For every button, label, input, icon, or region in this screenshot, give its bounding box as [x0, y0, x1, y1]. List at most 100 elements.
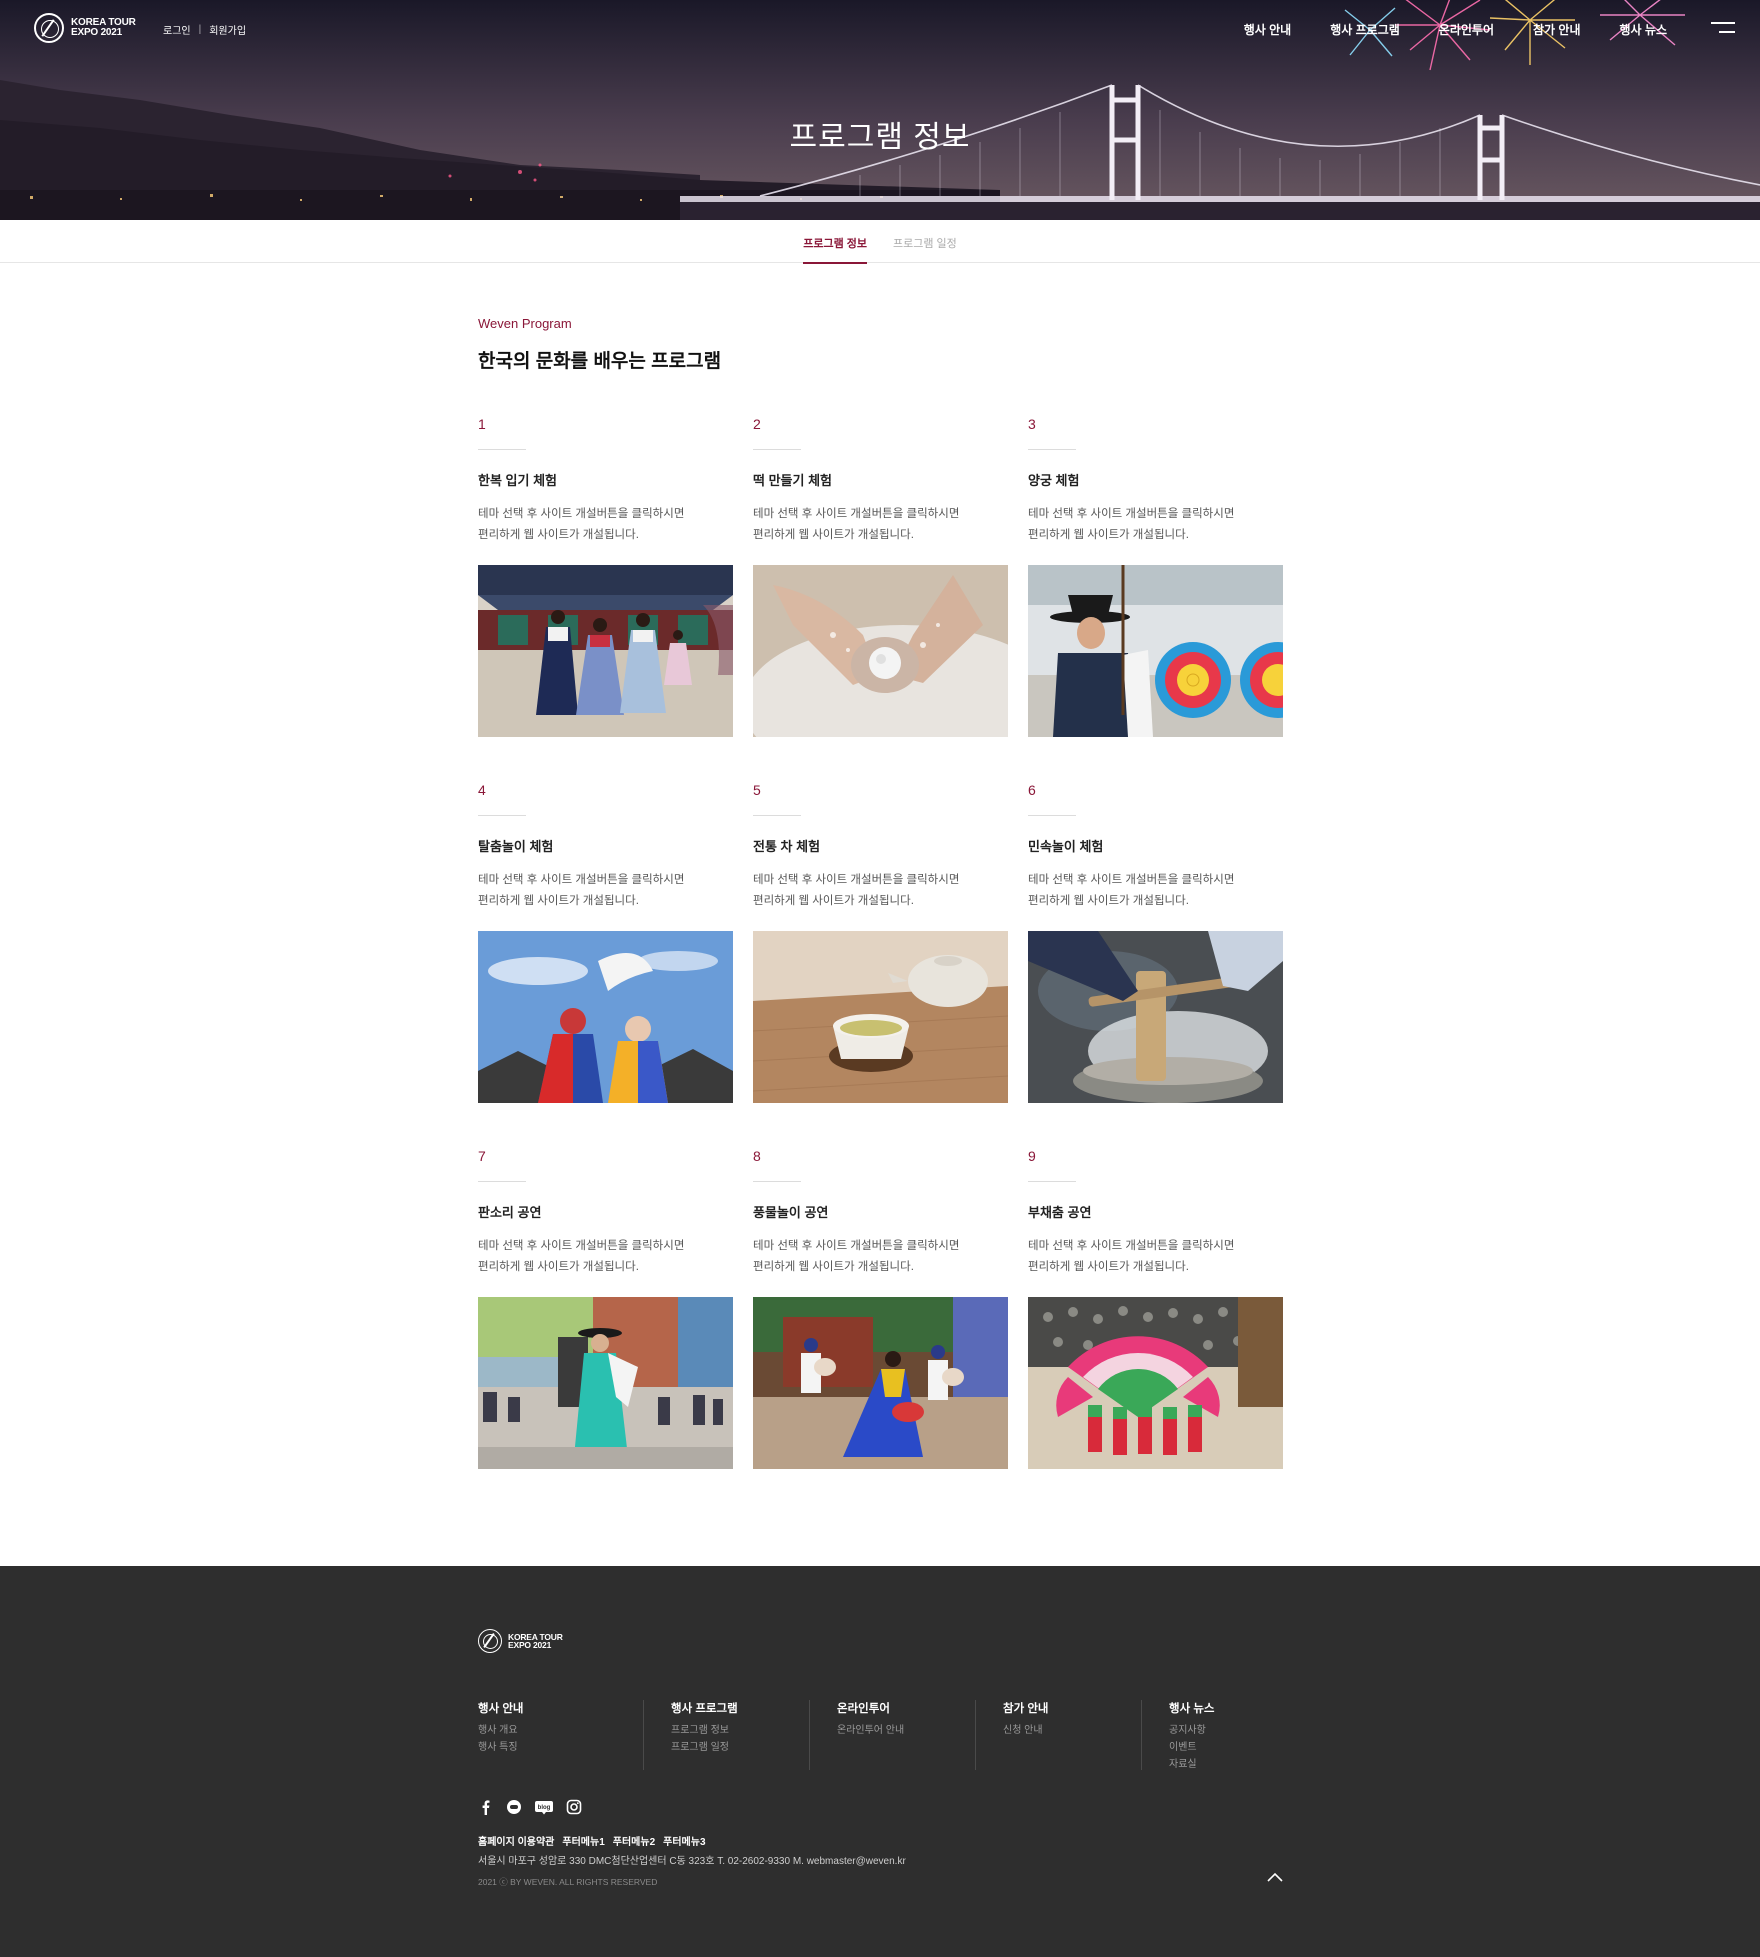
tab-program-schedule[interactable]: 프로그램 일정	[893, 220, 957, 263]
program-card[interactable]: 8 풍물놀이 공연 테마 선택 후 사이트 개설버튼을 클릭하시면 편리하게 웹 …	[753, 1148, 1008, 1514]
divider	[478, 449, 526, 450]
nav-item-participation[interactable]: 참가 안내	[1533, 21, 1581, 38]
program-title: 한복 입기 체험	[478, 473, 557, 488]
program-number: 8	[753, 1148, 761, 1164]
signup-link[interactable]: 회원가입	[209, 22, 246, 37]
program-number: 3	[1028, 416, 1036, 432]
program-title: 민속놀이 체험	[1028, 839, 1104, 854]
nav-item-news[interactable]: 행사 뉴스	[1620, 21, 1668, 38]
program-card[interactable]: 1 한복 입기 체험 테마 선택 후 사이트 개설버튼을 클릭하시면 편리하게 웹…	[478, 416, 733, 782]
site-logo[interactable]: KOREA TOUR EXPO 2021	[34, 13, 136, 43]
program-card[interactable]: 9 부채춤 공연 테마 선택 후 사이트 개설버튼을 클릭하시면 편리하게 웹 사…	[1028, 1148, 1283, 1514]
footer-link[interactable]: 공지사항	[1169, 1722, 1308, 1739]
program-title: 양궁 체험	[1028, 473, 1080, 488]
footer-column-title: 온라인투어	[837, 1703, 890, 1715]
logo-line-2: EXPO 2021	[71, 27, 123, 38]
divider	[1028, 815, 1076, 816]
hero-banner: KOREA TOUR EXPO 2021 로그인 | 회원가입 행사 안내 행사…	[0, 0, 1760, 220]
program-number: 2	[753, 416, 761, 432]
facebook-icon[interactable]	[478, 1799, 494, 1815]
program-card[interactable]: 6 민속놀이 체험 테마 선택 후 사이트 개설버튼을 클릭하시면 편리하게 웹 …	[1028, 782, 1283, 1148]
footer-link[interactable]: 행사 개요	[478, 1722, 643, 1739]
program-number: 9	[1028, 1148, 1036, 1164]
footer-menu-link-3[interactable]: 푸터메뉴3	[663, 1833, 705, 1848]
program-number: 4	[478, 782, 486, 798]
program-description: 테마 선택 후 사이트 개설버튼을 클릭하시면 편리하게 웹 사이트가 개설됩니다…	[1028, 508, 1235, 541]
divider	[478, 815, 526, 816]
program-description: 테마 선택 후 사이트 개설버튼을 클릭하시면 편리하게 웹 사이트가 개설됩니다…	[1028, 874, 1235, 907]
program-title: 전통 차 체험	[753, 839, 821, 854]
program-title: 탈춤놀이 체험	[478, 839, 554, 854]
program-card[interactable]: 4 탈춤놀이 체험 테마 선택 후 사이트 개설버튼을 클릭하시면 편리하게 웹 …	[478, 782, 733, 1148]
site-footer: KOREA TOUR EXPO 2021 행사 안내 행사 개요 행사 특징 행…	[0, 1566, 1760, 1957]
footer-column-online-tour: 온라인투어 온라인투어 안내	[810, 1700, 976, 1770]
divider	[753, 815, 801, 816]
footer-column-participation: 참가 안내 신청 안내	[976, 1700, 1142, 1770]
program-card[interactable]: 7 판소리 공연 테마 선택 후 사이트 개설버튼을 클릭하시면 편리하게 웹 사…	[478, 1148, 733, 1514]
login-link[interactable]: 로그인	[163, 22, 191, 37]
program-description: 테마 선택 후 사이트 개설버튼을 클릭하시면 편리하게 웹 사이트가 개설됩니다…	[478, 874, 685, 907]
footer-logo[interactable]: KOREA TOUR EXPO 2021	[478, 1629, 563, 1653]
program-description: 테마 선택 후 사이트 개설버튼을 클릭하시면 편리하게 웹 사이트가 개설됩니다…	[478, 508, 685, 541]
footer-link[interactable]: 행사 특징	[478, 1739, 643, 1756]
main-nav: 행사 안내 행사 프로그램 온라인투어 참가 안내 행사 뉴스	[1244, 21, 1667, 38]
logo-emblem-icon	[478, 1629, 502, 1653]
program-number: 6	[1028, 782, 1036, 798]
fan-dance-photo	[1028, 1297, 1283, 1469]
program-title: 떡 만들기 체험	[753, 473, 832, 488]
auth-divider: |	[198, 24, 202, 35]
footer-link[interactable]: 프로그램 정보	[671, 1722, 809, 1739]
archery-photo	[1028, 565, 1283, 737]
instagram-icon[interactable]	[566, 1799, 582, 1815]
program-number: 7	[478, 1148, 486, 1164]
company-address: 서울시 마포구 성암로 330 DMC첨단산업센터 C동 323호 T. 02-…	[478, 1856, 906, 1867]
talk-icon[interactable]	[506, 1799, 522, 1815]
program-number: 1	[478, 416, 486, 432]
program-number: 5	[753, 782, 761, 798]
auth-links: 로그인 | 회원가입	[163, 22, 246, 37]
divider	[478, 1181, 526, 1182]
divider	[1028, 449, 1076, 450]
footer-menu-link-2[interactable]: 푸터메뉴2	[613, 1833, 655, 1848]
pungmul-photo	[753, 1297, 1008, 1469]
footer-menu-link-1[interactable]: 푸터메뉴1	[562, 1833, 604, 1848]
program-card[interactable]: 5 전통 차 체험 테마 선택 후 사이트 개설버튼을 클릭하시면 편리하게 웹 …	[753, 782, 1008, 1148]
rice-pounding-photo	[1028, 931, 1283, 1103]
footer-column-title: 참가 안내	[1003, 1703, 1049, 1715]
program-description: 테마 선택 후 사이트 개설버튼을 클릭하시면 편리하게 웹 사이트가 개설됩니다…	[753, 1240, 960, 1273]
footer-column-news: 행사 뉴스 공지사항 이벤트 자료실	[1142, 1700, 1308, 1770]
footer-link[interactable]: 자료실	[1169, 1756, 1308, 1773]
divider	[753, 1181, 801, 1182]
footer-sitemap: 행사 안내 행사 개요 행사 특징 행사 프로그램 프로그램 정보 프로그램 일…	[478, 1700, 1308, 1770]
chevron-up-icon[interactable]	[1265, 1870, 1285, 1884]
nav-item-online-tour[interactable]: 온라인투어	[1439, 21, 1494, 38]
program-description: 테마 선택 후 사이트 개설버튼을 클릭하시면 편리하게 웹 사이트가 개설됩니다…	[753, 874, 960, 907]
footer-link[interactable]: 신청 안내	[1003, 1722, 1141, 1739]
program-title: 판소리 공연	[478, 1205, 542, 1220]
program-card[interactable]: 3 양궁 체험 테마 선택 후 사이트 개설버튼을 클릭하시면 편리하게 웹 사이…	[1028, 416, 1283, 782]
terms-link[interactable]: 홈페이지 이용약관	[478, 1833, 554, 1848]
nav-item-event-info[interactable]: 행사 안내	[1244, 21, 1292, 38]
program-card[interactable]: 2 떡 만들기 체험 테마 선택 후 사이트 개설버튼을 클릭하시면 편리하게 웹…	[753, 416, 1008, 782]
footer-link[interactable]: 온라인투어 안내	[837, 1722, 975, 1739]
tab-program-info[interactable]: 프로그램 정보	[803, 220, 867, 264]
logo-emblem-icon	[34, 13, 64, 43]
social-links: blog	[478, 1799, 582, 1815]
nav-item-event-program[interactable]: 행사 프로그램	[1330, 21, 1400, 38]
divider	[1028, 1181, 1076, 1182]
footer-policy-links: 홈페이지 이용약관 푸터메뉴1 푸터메뉴2 푸터메뉴3	[478, 1833, 706, 1848]
pansori-photo	[478, 1297, 733, 1469]
program-title: 풍물놀이 공연	[753, 1205, 829, 1220]
footer-link[interactable]: 이벤트	[1169, 1739, 1308, 1756]
program-description: 테마 선택 후 사이트 개설버튼을 클릭하시면 편리하게 웹 사이트가 개설됩니다…	[478, 1240, 685, 1273]
rice-cake-photo	[753, 565, 1008, 737]
tea-photo	[753, 931, 1008, 1103]
blog-icon[interactable]: blog	[534, 1799, 554, 1815]
program-description: 테마 선택 후 사이트 개설버튼을 클릭하시면 편리하게 웹 사이트가 개설됩니다…	[753, 508, 960, 541]
section-eyebrow: Weven Program	[478, 316, 572, 331]
hamburger-icon[interactable]	[1711, 22, 1735, 34]
footer-column-title: 행사 뉴스	[1169, 1703, 1215, 1715]
mask-dance-photo	[478, 931, 733, 1103]
footer-link[interactable]: 프로그램 일정	[671, 1739, 809, 1756]
footer-column-title: 행사 프로그램	[671, 1703, 738, 1715]
